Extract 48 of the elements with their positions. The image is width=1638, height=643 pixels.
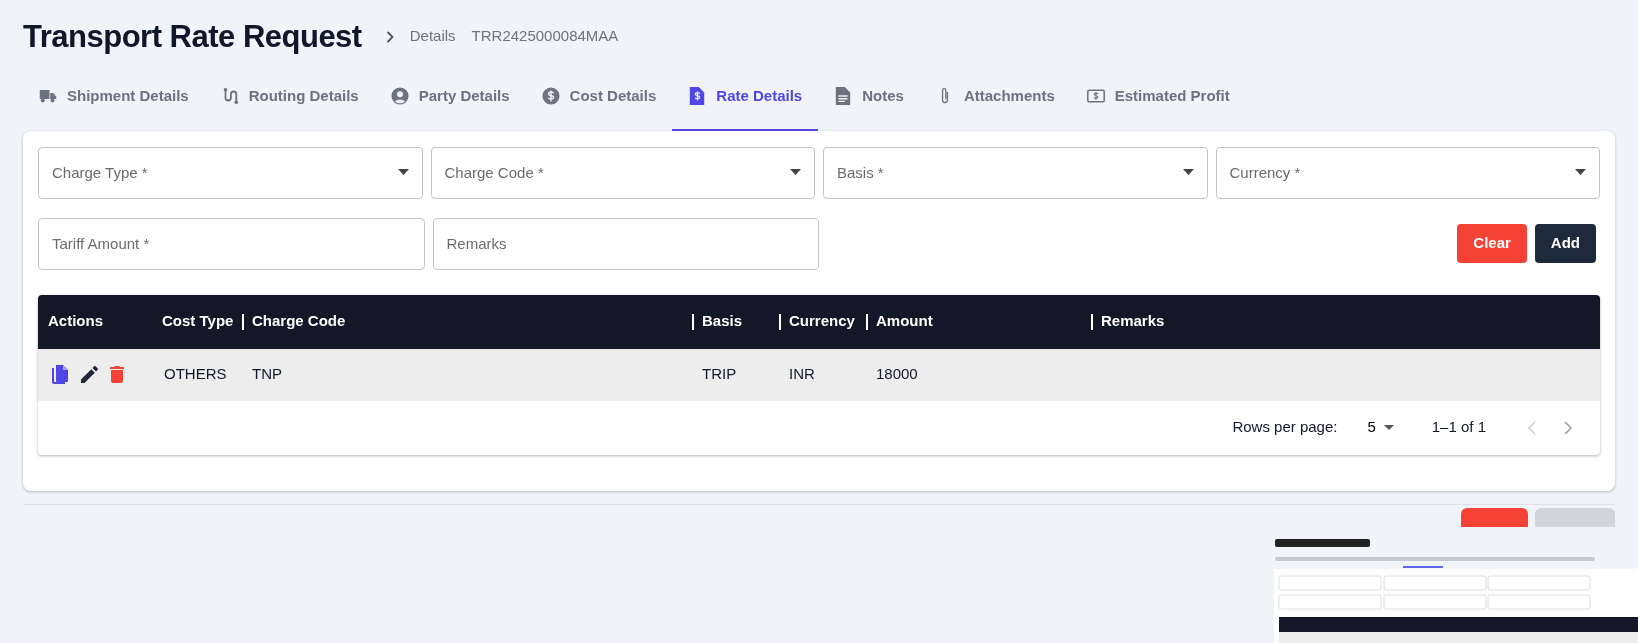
input-field[interactable]: Remarks [432,217,819,270]
column-header: Amount [876,311,933,332]
dropdown-caret-icon[interactable] [1182,168,1194,175]
clear-button[interactable]: Clear [1457,224,1527,264]
tab[interactable]: Attachments [919,71,1071,131]
column-header: Currency [789,311,855,332]
breadcrumb-link[interactable]: Details [409,25,456,48]
column-header: Basis [702,311,743,332]
next-page-icon[interactable] [1562,420,1574,435]
select-field[interactable]: Currency * [1215,146,1600,199]
select-field[interactable]: Basis * [823,146,1208,199]
trash-icon[interactable] [110,366,124,384]
column-header: Charge Code [252,311,346,332]
dropdown-caret-icon[interactable] [1575,168,1586,175]
tab[interactable]: Estimated Profit [1070,71,1246,131]
tab[interactable]: Party Details [374,71,526,131]
dropdown-caret-icon[interactable] [790,168,801,175]
table-cell-text: TRIP [702,364,737,385]
reset-button[interactable] [1461,507,1528,527]
table-cell-text: 18000 [876,364,918,385]
page-title: Transport Rate Request [23,18,362,56]
tab[interactable]: Shipment Details [23,71,205,131]
document-icon [834,87,853,106]
select-field[interactable]: Charge Type * [38,146,423,199]
user-icon [390,87,409,106]
breadcrumb-current: TRR2425000084MAA [471,26,619,47]
input-field[interactable]: Tariff Amount * [38,217,425,270]
column-header: Cost Type [162,311,234,332]
select-field[interactable]: Charge Code * [430,146,815,199]
copy-icon[interactable] [52,364,69,385]
pencil-icon[interactable] [81,366,98,384]
invoice-icon [688,87,707,106]
dollar-icon [541,87,560,106]
rows-per-page-label: Rows per page: [1232,417,1338,438]
page-range: 1–1 of 1 [1431,417,1486,438]
dropdown-caret-icon[interactable] [397,168,409,175]
rows-per-page-select[interactable]: 5 [1361,415,1400,440]
table-cell-text: TNP [252,364,282,385]
tab[interactable]: Cost Details [525,71,673,131]
table-cell-text: OTHERS [164,364,227,385]
table-cell-text: INR [789,364,815,385]
tab[interactable]: Routing Details [204,71,375,131]
caret-icon[interactable] [1383,425,1394,431]
add-button[interactable]: Add [1534,224,1596,264]
tab[interactable]: Notes [818,71,920,131]
chevron-icon [385,30,394,43]
column-header: Actions [48,311,103,332]
column-header: Remarks [1101,311,1165,332]
